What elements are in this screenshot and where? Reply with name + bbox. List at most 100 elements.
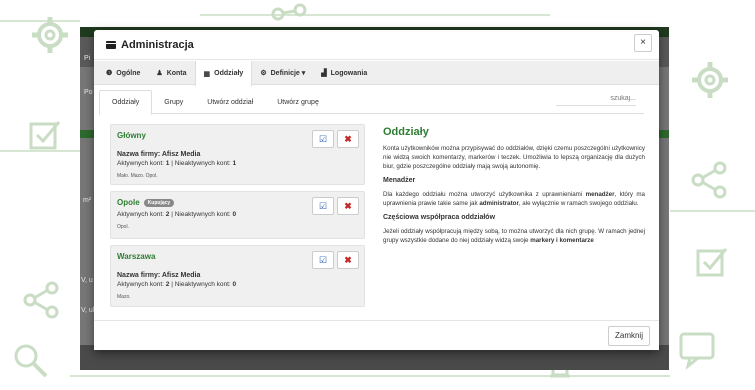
help-intro: Konta użytkowników można przypisywać do …	[383, 145, 645, 170]
tab-label: Oddziały	[214, 70, 244, 77]
edge-text: V, ul	[81, 307, 95, 314]
app-left-panel	[80, 67, 94, 367]
bar-chart-icon: ▟	[321, 70, 327, 77]
edit-button[interactable]: ☑	[312, 130, 334, 148]
chat-decoration-icon	[679, 332, 715, 370]
edge-text: V, u	[81, 277, 93, 284]
account-counts: Aktywnych kont: 2 | Nieaktywnych kont: 0	[117, 281, 358, 288]
tab-label: Definicje ▾	[270, 70, 306, 77]
inactive-label: Nieaktywnych kont:	[174, 160, 231, 167]
inactive-count: 0	[232, 211, 237, 218]
info-icon: ❶	[106, 70, 113, 77]
department-card: Opole Kupujący Aktywnych kont: 2 | Nieak…	[110, 191, 365, 239]
active-count: 1	[165, 160, 170, 167]
delete-button[interactable]: ✖	[337, 251, 359, 269]
inactive-count: 1	[232, 160, 237, 167]
subtab-groups[interactable]: Grupy	[152, 90, 195, 114]
edge-text: m²	[83, 197, 92, 204]
delete-icon: ✖	[344, 134, 352, 144]
magnifier-decoration-icon	[14, 344, 48, 378]
edge-text: Po	[84, 89, 93, 96]
modal-title-text: Administracja	[121, 39, 194, 51]
edit-button[interactable]: ☑	[312, 251, 334, 269]
inactive-label: Nieaktywnych kont:	[174, 211, 231, 218]
company-name: Nazwa firmy: Afisz Media	[117, 272, 201, 279]
user-icon: ♟	[156, 70, 163, 77]
id-card-icon	[106, 41, 116, 49]
text-bold: markery i komentarze	[530, 237, 594, 244]
text-run: Jeżeli oddziały współpracują między sobą…	[383, 228, 645, 244]
region-tags: Mało. Mazo. Opol.	[117, 173, 158, 179]
administration-modal: Administracja × ❶ Ogólne ♟ Konta ▦ Oddzi…	[94, 30, 659, 350]
department-list: Główny Nazwa firmy: Afisz Media Aktywnyc…	[110, 124, 365, 313]
bg-connector-line	[200, 14, 550, 16]
active-count: 2	[165, 211, 170, 218]
region-tags: Mazo.	[117, 294, 131, 300]
tab-label: Logowania	[330, 69, 368, 77]
edit-icon: ☑	[318, 255, 328, 265]
text-run: Dla każdego oddziału można utworzyć użyt…	[383, 191, 586, 198]
tab-label: Ogólne	[116, 69, 141, 77]
node-decoration-icon	[271, 3, 307, 21]
help-heading-manager: Menadżer	[383, 177, 416, 184]
modal-title: Administracja	[106, 39, 194, 51]
help-title: Oddziały	[383, 126, 429, 138]
inactive-label: Nieaktywnych kont:	[174, 281, 231, 288]
departments-help-panel: Oddziały Konta użytkowników można przypi…	[383, 126, 645, 245]
close-button[interactable]: ×	[634, 34, 652, 52]
count-separator: |	[171, 160, 173, 167]
department-name-text: Warszawa	[117, 252, 156, 261]
active-label: Aktywnych kont:	[117, 211, 164, 218]
modal-footer: Zamknij	[94, 320, 659, 350]
subtab-create-department[interactable]: Utwórz oddział	[195, 90, 265, 114]
building-icon: ▦	[203, 70, 211, 78]
delete-button[interactable]: ✖	[337, 197, 359, 215]
tab-accounts[interactable]: ♟ Konta	[148, 61, 194, 85]
share-decoration-icon	[23, 281, 59, 319]
bg-connector-line	[670, 210, 755, 212]
count-separator: |	[171, 211, 173, 218]
main-tabs: ❶ Ogólne ♟ Konta ▦ Oddziały ⚙ Definicje …	[94, 61, 659, 86]
department-name-text: Opole	[117, 198, 140, 207]
tab-general[interactable]: ❶ Ogólne	[98, 61, 148, 85]
text-bold: menadżer	[585, 191, 615, 198]
checkbox-decoration-icon	[29, 121, 61, 150]
gear-icon: ⚙	[260, 70, 267, 77]
help-heading-cooperation: Częściowa współpraca oddziałów	[383, 214, 496, 221]
search-input[interactable]	[556, 95, 636, 106]
account-counts: Aktywnych kont: 1 | Nieaktywnych kont: 1	[117, 160, 358, 167]
department-card: Warszawa Nazwa firmy: Afisz Media Aktywn…	[110, 245, 365, 307]
checkbox-decoration-icon	[696, 248, 728, 277]
subtab-departments[interactable]: Oddziały	[99, 90, 153, 115]
subtab-create-group[interactable]: Utwórz grupę	[265, 90, 331, 114]
edge-text: Pi	[84, 55, 91, 62]
inactive-count: 0	[232, 281, 237, 288]
gear-decoration-icon	[692, 62, 728, 98]
tab-label: Konta	[166, 69, 187, 77]
tab-logins[interactable]: ▟ Logowania	[313, 61, 375, 85]
help-manager-text: Dla każdego oddziału można utworzyć użyt…	[383, 190, 645, 208]
region-tags: Opol.	[117, 224, 129, 230]
delete-button[interactable]: ✖	[337, 130, 359, 148]
share-decoration-icon	[691, 161, 727, 199]
department-name-text: Główny	[117, 131, 146, 140]
tab-definitions[interactable]: ⚙ Definicje ▾	[252, 61, 313, 85]
count-separator: |	[171, 281, 173, 288]
delete-icon: ✖	[344, 255, 352, 265]
active-label: Aktywnych kont:	[117, 281, 164, 288]
tab-departments[interactable]: ▦ Oddziały	[194, 61, 253, 86]
department-subtabs: Oddziały Grupy Utwórz oddział Utwórz gru…	[99, 90, 644, 115]
active-label: Aktywnych kont:	[117, 160, 164, 167]
text-bold: administrator	[479, 200, 519, 207]
department-card: Główny Nazwa firmy: Afisz Media Aktywnyc…	[110, 124, 365, 185]
edit-button[interactable]: ☑	[312, 197, 334, 215]
help-cooperation-text: Jeżeli oddziały współpracują między sobą…	[383, 227, 645, 245]
bg-connector-line	[70, 375, 670, 377]
modal-header: Administracja ×	[94, 30, 659, 60]
edit-icon: ☑	[318, 201, 328, 211]
close-footer-button[interactable]: Zamknij	[608, 326, 650, 346]
company-name: Nazwa firmy: Afisz Media	[117, 151, 201, 158]
delete-icon: ✖	[344, 201, 352, 211]
gear-decoration-icon	[32, 17, 68, 53]
active-count: 2	[165, 281, 170, 288]
